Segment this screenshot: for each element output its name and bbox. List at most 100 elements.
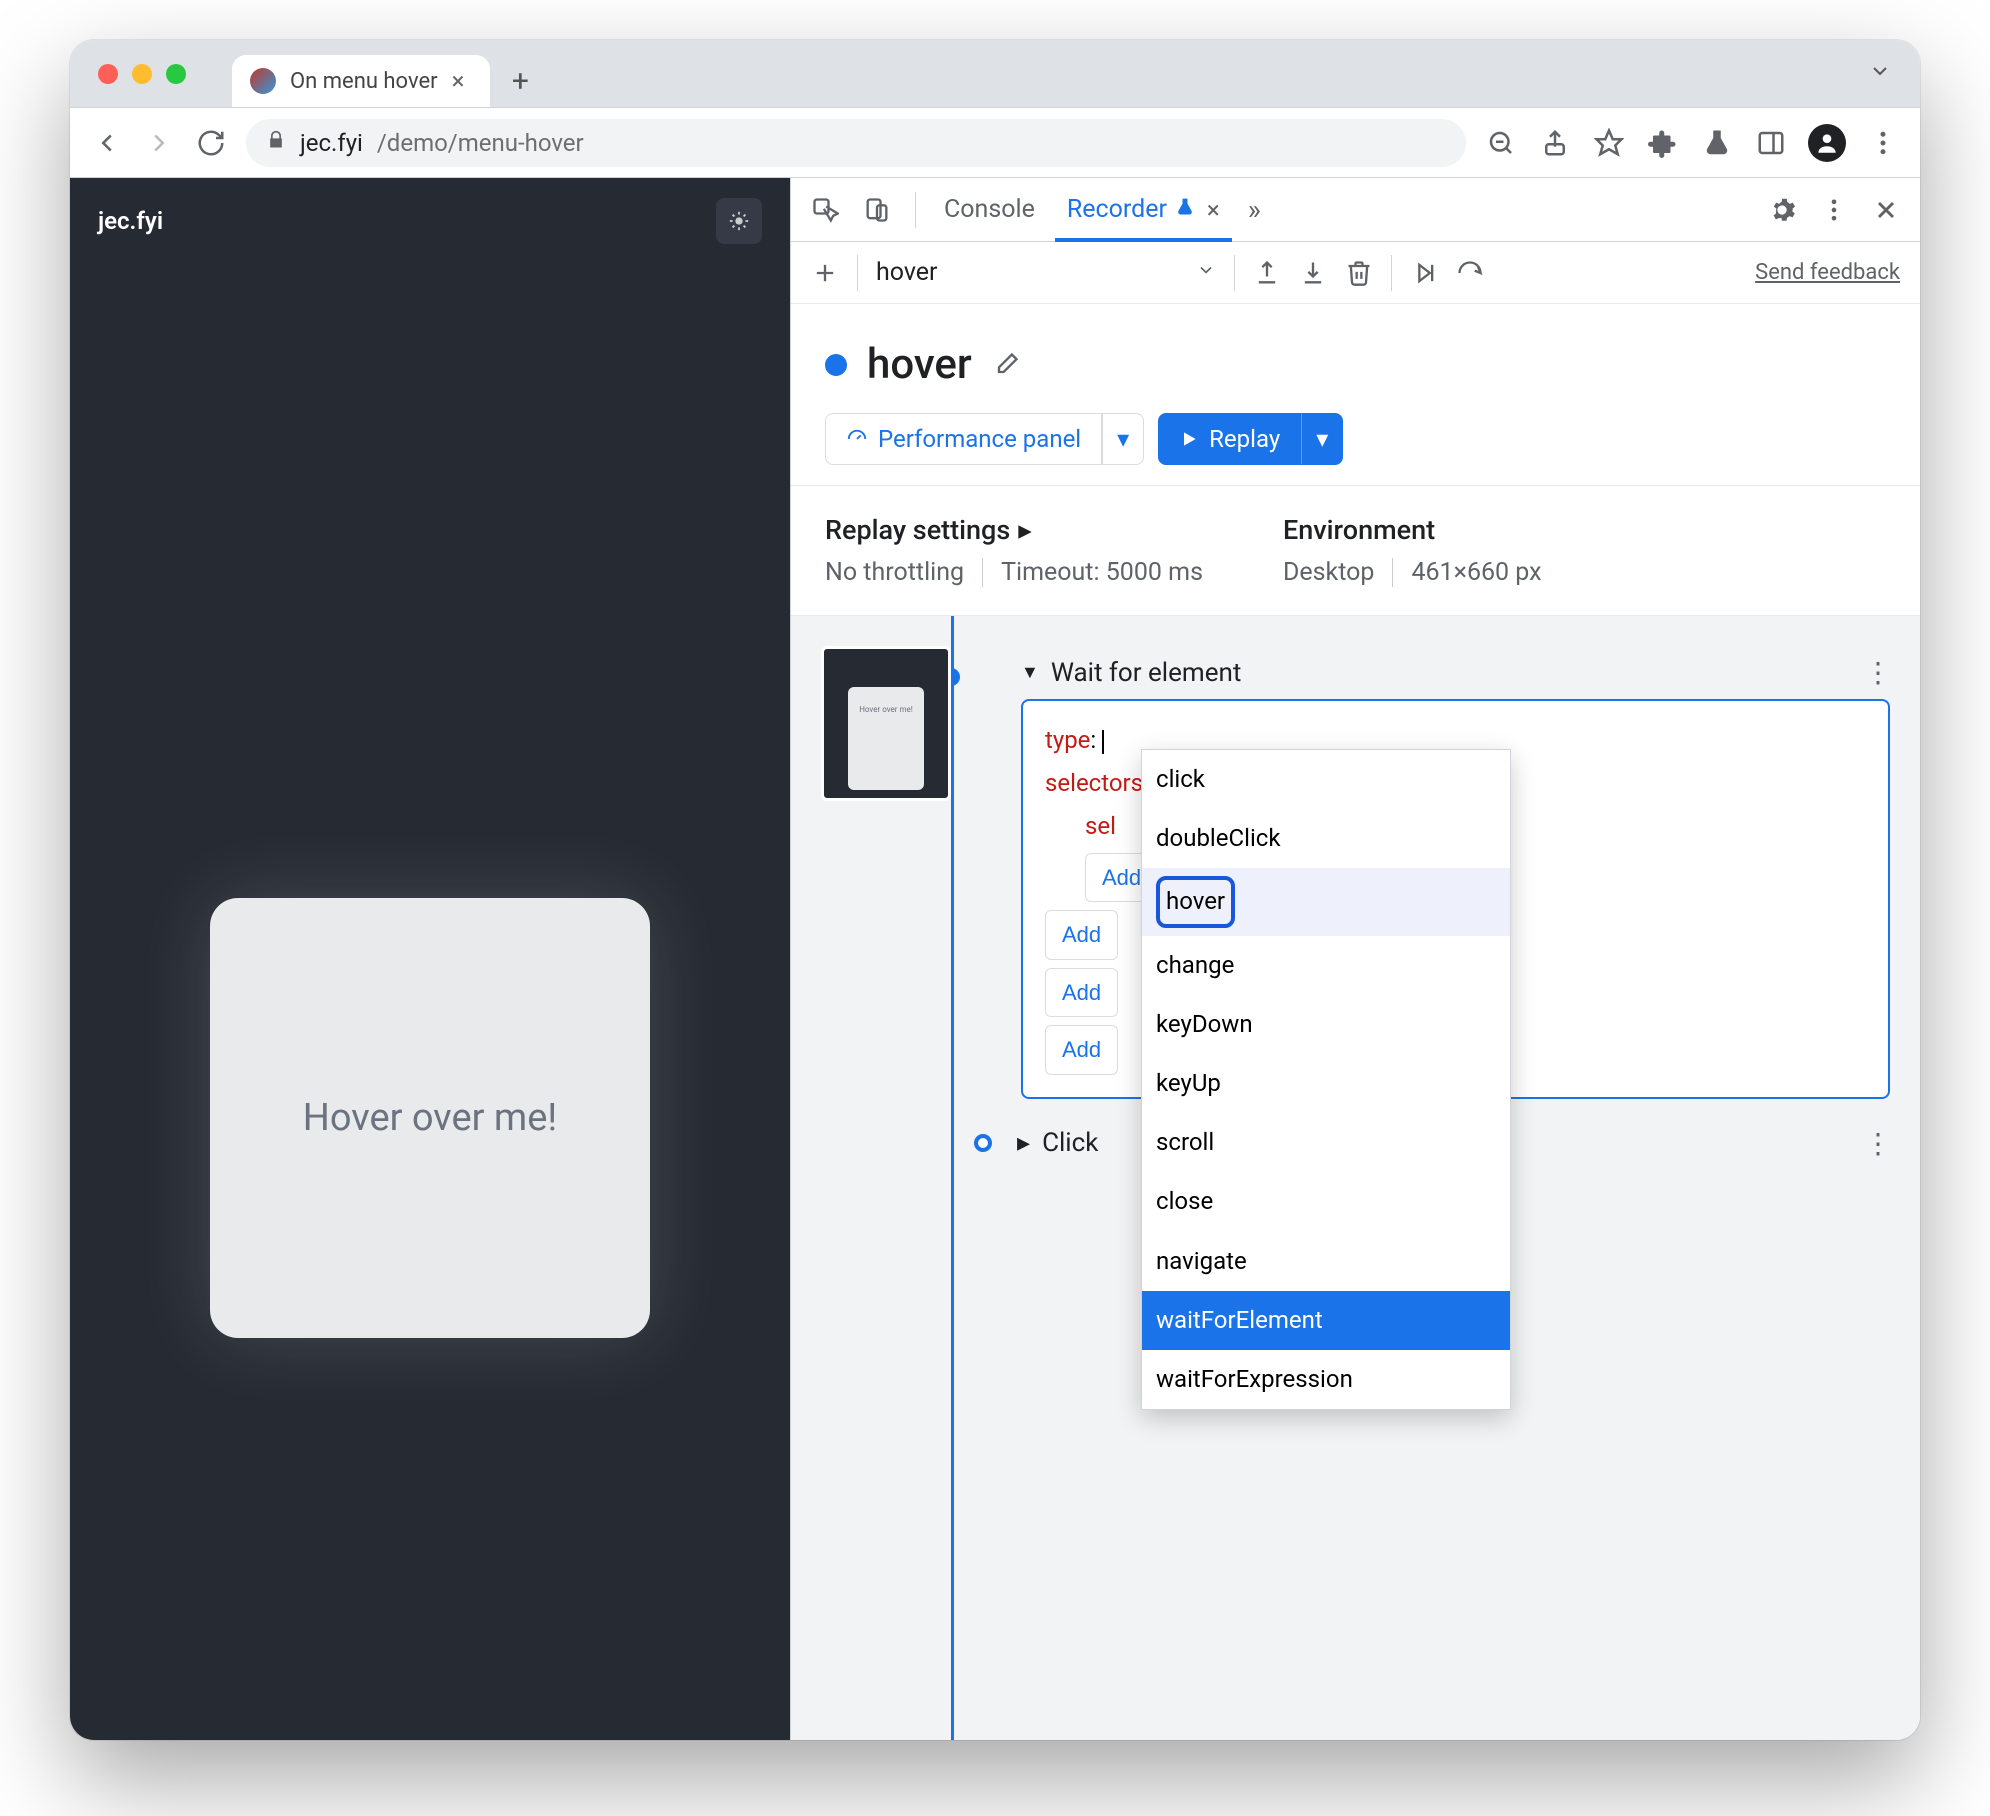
devtools-close-icon[interactable] bbox=[1872, 196, 1900, 224]
forward-icon[interactable] bbox=[142, 126, 176, 160]
more-tabs-icon[interactable]: » bbox=[1248, 193, 1261, 226]
gear-icon[interactable] bbox=[1768, 196, 1796, 224]
recording-title-row: hover bbox=[825, 340, 1886, 389]
content-split: jec.fyi Hover over me! Console Recorder bbox=[70, 178, 1920, 1740]
opt-keydown[interactable]: keyDown bbox=[1142, 995, 1510, 1054]
env-size: 461×660 px bbox=[1411, 558, 1541, 587]
step-menu-icon[interactable]: ⋮ bbox=[1864, 1127, 1890, 1160]
export-icon[interactable] bbox=[1253, 259, 1281, 287]
step-marker-outline bbox=[974, 1134, 992, 1152]
theme-toggle-button[interactable] bbox=[716, 198, 762, 244]
perf-panel-dropdown[interactable]: ▾ bbox=[1102, 413, 1144, 465]
flask-icon bbox=[1175, 195, 1195, 224]
separator bbox=[1391, 255, 1392, 291]
tab-console[interactable]: Console bbox=[940, 179, 1039, 240]
replay-split-button: Replay ▾ bbox=[1158, 413, 1343, 465]
edit-title-icon[interactable] bbox=[992, 351, 1020, 379]
opt-waitforelement[interactable]: waitForElement bbox=[1142, 1291, 1510, 1350]
record-dot-icon bbox=[825, 354, 847, 376]
delete-icon[interactable] bbox=[1345, 259, 1373, 287]
replay-settings[interactable]: Replay settings ▸ No throttling Timeout:… bbox=[825, 514, 1203, 587]
rendered-page: jec.fyi Hover over me! bbox=[70, 178, 790, 1740]
reload-icon[interactable] bbox=[194, 126, 228, 160]
step-thumbnail[interactable]: Hover over me! bbox=[821, 646, 951, 801]
sel-key: sel bbox=[1085, 812, 1116, 840]
share-icon[interactable] bbox=[1538, 126, 1572, 160]
site-title: jec.fyi bbox=[98, 207, 163, 235]
recorder-actions: Performance panel ▾ Replay ▾ bbox=[825, 413, 1886, 465]
close-window-dot[interactable] bbox=[98, 64, 118, 84]
labs-icon[interactable] bbox=[1700, 126, 1734, 160]
throttling-value: No throttling bbox=[825, 558, 983, 587]
titlebar: On menu hover × + bbox=[70, 40, 1920, 108]
replay-button[interactable]: Replay bbox=[1158, 413, 1301, 465]
hover-text: Hover over me! bbox=[303, 1096, 557, 1140]
opt-change[interactable]: change bbox=[1142, 936, 1510, 995]
recorder-timeline: Hover over me! ▼ Wait for element ⋮ type… bbox=[791, 616, 1920, 1740]
tab-recorder[interactable]: Recorder × bbox=[1063, 179, 1224, 240]
recorder-toolbar: hover Send feedback bbox=[791, 242, 1920, 304]
avatar-icon[interactable] bbox=[1808, 124, 1846, 162]
opt-click[interactable]: click bbox=[1142, 750, 1510, 809]
separator bbox=[1234, 255, 1235, 291]
tabs-dropdown-icon[interactable] bbox=[1868, 57, 1920, 90]
perf-panel-button[interactable]: Performance panel bbox=[825, 413, 1102, 465]
separator bbox=[857, 255, 858, 291]
browser-tab-active[interactable]: On menu hover × bbox=[232, 55, 490, 107]
inspect-icon[interactable] bbox=[811, 196, 839, 224]
addr-right-icons bbox=[1484, 124, 1900, 162]
timeout-value: Timeout: 5000 ms bbox=[1001, 558, 1203, 587]
import-icon[interactable] bbox=[1299, 259, 1327, 287]
devtools-kebab-icon[interactable] bbox=[1820, 196, 1848, 224]
recorder-settings-row: Replay settings ▸ No throttling Timeout:… bbox=[791, 485, 1920, 616]
step-icon[interactable] bbox=[1410, 259, 1438, 287]
omnibox[interactable]: jec.fyi/demo/menu-hover bbox=[246, 119, 1466, 167]
devtools-panel: Console Recorder × » hover bbox=[790, 178, 1920, 1740]
url-domain: jec.fyi bbox=[300, 129, 363, 157]
opt-close[interactable]: close bbox=[1142, 1172, 1510, 1231]
step-header[interactable]: ▼ Wait for element ⋮ bbox=[1021, 646, 1890, 699]
hover-card[interactable]: Hover over me! bbox=[210, 898, 650, 1338]
kebab-icon[interactable] bbox=[1866, 126, 1900, 160]
opt-navigate[interactable]: navigate bbox=[1142, 1232, 1510, 1291]
extensions-icon[interactable] bbox=[1646, 126, 1680, 160]
opt-hover[interactable]: hover bbox=[1142, 868, 1510, 935]
expand-icon: ▸ bbox=[1017, 1128, 1030, 1158]
thumbnail-preview: Hover over me! bbox=[848, 687, 924, 790]
bookmark-icon[interactable] bbox=[1592, 126, 1626, 160]
recording-select[interactable]: hover bbox=[876, 258, 1216, 287]
tab-title: On menu hover bbox=[290, 69, 438, 94]
zoom-out-icon[interactable] bbox=[1484, 126, 1518, 160]
devtools-tabs: Console Recorder × » bbox=[791, 178, 1920, 242]
browser-window: On menu hover × + jec.fyi/demo/menu-hove… bbox=[70, 40, 1920, 1740]
selectors-key: selectors bbox=[1045, 769, 1143, 797]
zoom-window-dot[interactable] bbox=[166, 64, 186, 84]
add-recording-icon[interactable] bbox=[811, 259, 839, 287]
add-button-2[interactable]: Add bbox=[1045, 910, 1118, 960]
device-icon[interactable] bbox=[863, 196, 891, 224]
separator bbox=[915, 192, 916, 228]
chevron-right-icon: ▸ bbox=[1018, 514, 1032, 546]
tab-close-icon[interactable]: × bbox=[452, 67, 465, 95]
recording-select-value: hover bbox=[876, 258, 938, 287]
add-button-4[interactable]: Add bbox=[1045, 1025, 1118, 1075]
replay-dropdown[interactable]: ▾ bbox=[1301, 413, 1343, 465]
add-button-3[interactable]: Add bbox=[1045, 968, 1118, 1018]
send-feedback-link[interactable]: Send feedback bbox=[1755, 260, 1900, 285]
opt-doubleclick[interactable]: doubleClick bbox=[1142, 809, 1510, 868]
minimize-window-dot[interactable] bbox=[132, 64, 152, 84]
opt-scroll[interactable]: scroll bbox=[1142, 1113, 1510, 1172]
step-editor-card[interactable]: type: selectors sel Add Add Add Add clic… bbox=[1021, 699, 1890, 1099]
new-tab-button[interactable]: + bbox=[498, 59, 542, 103]
step-menu-icon[interactable]: ⋮ bbox=[1864, 656, 1890, 689]
opt-waitforexpression[interactable]: waitForExpression bbox=[1142, 1350, 1510, 1409]
tab-recorder-close-icon[interactable]: × bbox=[1207, 196, 1220, 224]
opt-keyup[interactable]: keyUp bbox=[1142, 1054, 1510, 1113]
collapse-icon: ▼ bbox=[1021, 662, 1039, 683]
slow-replay-icon[interactable] bbox=[1456, 259, 1484, 287]
back-icon[interactable] bbox=[90, 126, 124, 160]
step-row: Hover over me! ▼ Wait for element ⋮ type… bbox=[821, 646, 1890, 1099]
chevron-down-icon bbox=[1196, 258, 1216, 287]
panel-icon[interactable] bbox=[1754, 126, 1788, 160]
step-title: Wait for element bbox=[1051, 658, 1242, 688]
